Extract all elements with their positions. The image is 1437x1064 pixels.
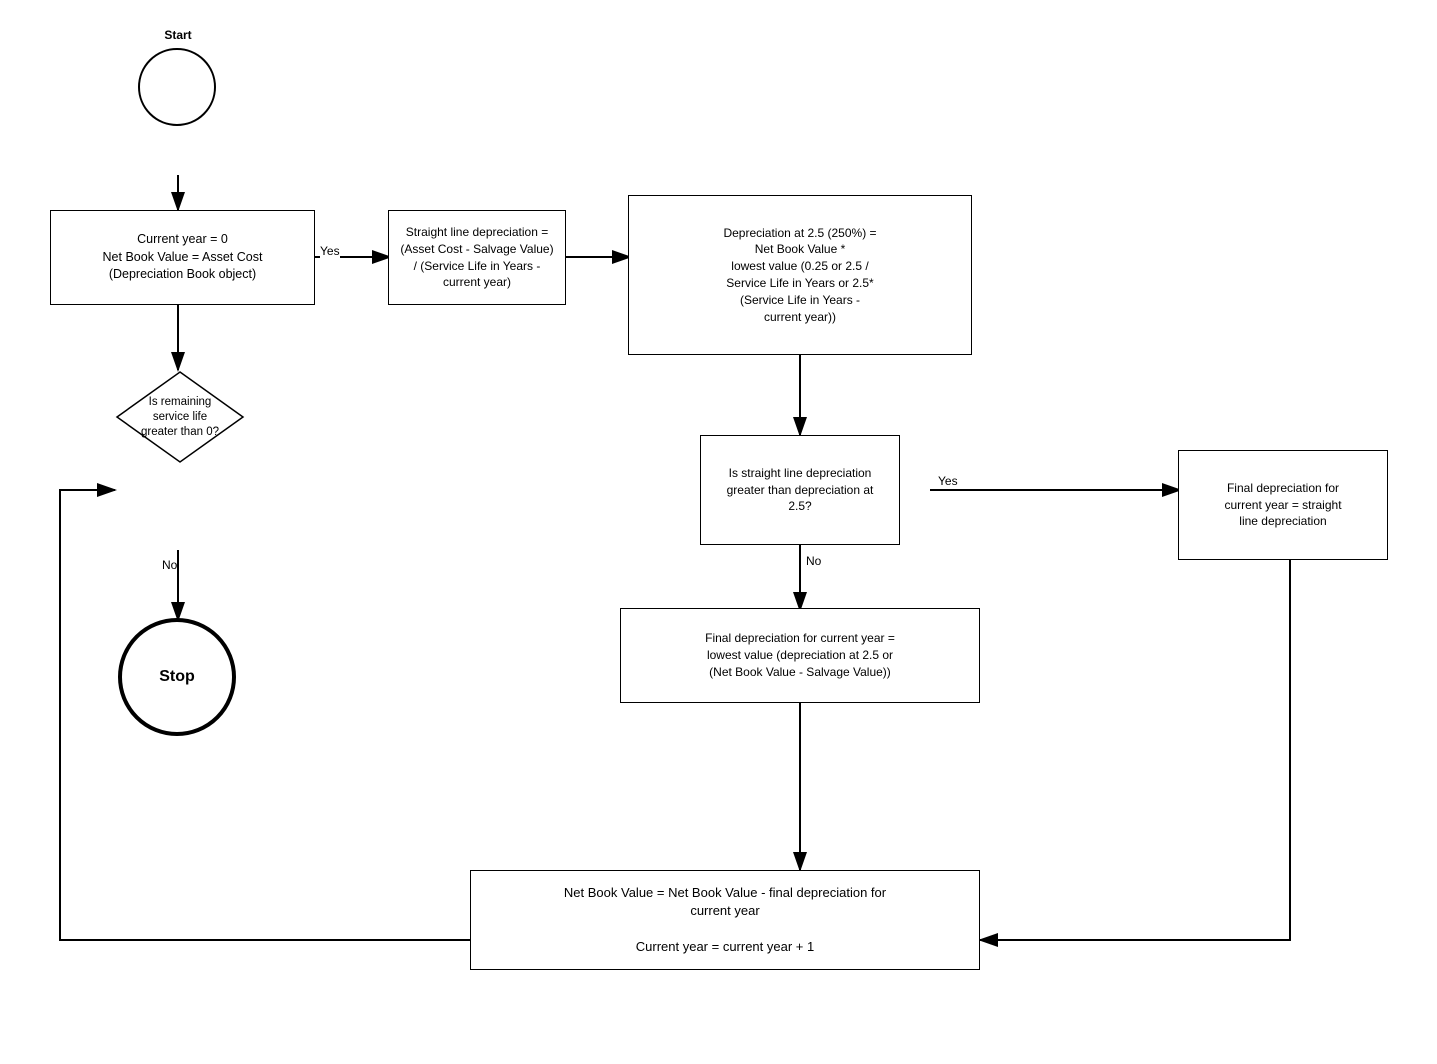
service-life-diamond: Is remaining service life greater than 0… xyxy=(115,370,245,465)
no-label-2: No xyxy=(806,554,821,568)
start-circle xyxy=(138,48,216,126)
final-dep-straight-line-box: Final depreciation for current year = st… xyxy=(1178,450,1388,560)
yes-label-1: Yes xyxy=(320,244,340,258)
final-dep-lowest-box: Final depreciation for current year = lo… xyxy=(620,608,980,703)
is-straight-line-diamond: Is straight line depreciation greater th… xyxy=(700,435,900,545)
flowchart: Start Current year = 0 Net Book Value = … xyxy=(0,0,1437,1064)
start-label: Start xyxy=(148,28,208,42)
straight-line-box: Straight line depreciation = (Asset Cost… xyxy=(388,210,566,305)
no-label-1: No xyxy=(162,558,177,572)
yes-label-2: Yes xyxy=(938,474,958,488)
stop-circle: Stop xyxy=(118,618,236,736)
depreciation-25-box: Depreciation at 2.5 (250%) = Net Book Va… xyxy=(628,195,972,355)
net-book-value-update-box: Net Book Value = Net Book Value - final … xyxy=(470,870,980,970)
init-box: Current year = 0 Net Book Value = Asset … xyxy=(50,210,315,305)
